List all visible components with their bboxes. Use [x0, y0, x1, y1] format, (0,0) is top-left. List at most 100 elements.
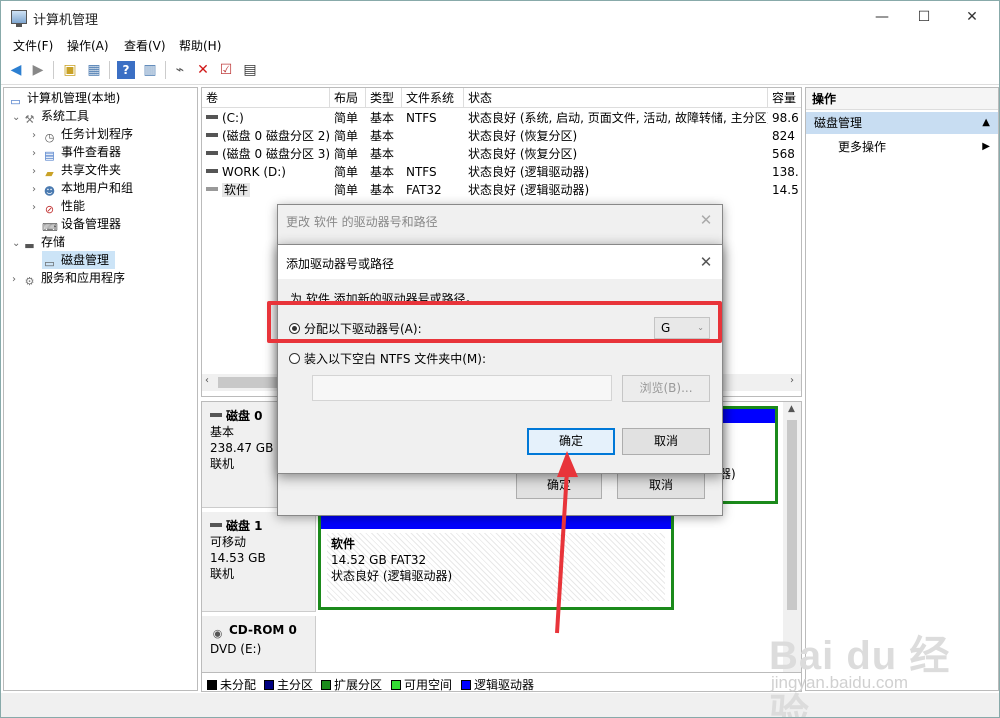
cancel-button[interactable]: 取消: [617, 472, 705, 499]
browse-button[interactable]: 浏览(B)...: [622, 375, 710, 402]
folder-path-input[interactable]: [312, 375, 612, 401]
scroll-right-icon[interactable]: ›: [790, 375, 794, 386]
cell-capacity: 824: [772, 129, 795, 143]
drive-icon: [206, 169, 218, 173]
scroll-left-icon[interactable]: ‹: [205, 375, 209, 386]
legend-swatch: [207, 680, 217, 690]
column-header-status[interactable]: 状态: [464, 88, 768, 108]
collapse-icon[interactable]: ▲: [982, 112, 990, 134]
column-header-layout[interactable]: 布局: [330, 88, 366, 108]
delete-icon[interactable]: ✕: [194, 61, 212, 79]
cell-filesystem: NTFS: [406, 165, 437, 179]
column-header-type[interactable]: 类型: [366, 88, 402, 108]
close-icon[interactable]: ✕: [696, 252, 716, 272]
disk-name: 磁盘 0: [226, 409, 263, 423]
cell-filesystem: [402, 127, 464, 145]
properties-icon[interactable]: ▤: [241, 61, 259, 79]
cell-type: 基本: [370, 147, 395, 161]
table-row[interactable]: 软件 简单 基本 FAT32 状态良好 (逻辑驱动器) 14.5: [202, 181, 801, 199]
forward-icon[interactable]: ▶: [29, 61, 47, 79]
cdrom-label[interactable]: ◉ CD-ROM 0 DVD (E:): [202, 616, 316, 672]
more-actions[interactable]: 更多操作 ▶: [806, 136, 998, 158]
chevron-right-icon[interactable]: ›: [12, 271, 22, 289]
tree-item-services[interactable]: › ⚙ 服务和应用程序: [12, 269, 125, 289]
chevron-right-icon[interactable]: ›: [32, 199, 42, 217]
legend: 未分配 主分区 扩展分区 可用空间 逻辑驱动器: [201, 672, 802, 692]
cell-volume: (磁盘 0 磁盘分区 2): [222, 129, 330, 143]
tree-item-local-users[interactable]: › ☻ 本地用户和组: [32, 179, 133, 198]
column-header-filesystem[interactable]: 文件系统: [402, 88, 464, 108]
chevron-right-icon: ▶: [982, 141, 990, 152]
tree-item-device-manager[interactable]: ⌨ 设备管理器: [42, 215, 121, 234]
disk-name: 磁盘 1: [226, 519, 263, 533]
cell-layout: 简单: [334, 147, 359, 161]
tree-item-performance[interactable]: › ⊘ 性能: [32, 197, 86, 217]
drive-icon: [206, 115, 218, 119]
partition-software[interactable]: 软件 14.52 GB FAT32 状态良好 (逻辑驱动器): [318, 512, 674, 610]
legend-swatch: [264, 680, 274, 690]
cd-icon: ◉: [212, 627, 223, 640]
disk-size: 14.53 GB: [210, 551, 266, 565]
cell-type: 基本: [370, 129, 395, 143]
column-header-volume[interactable]: 卷: [202, 88, 330, 108]
cell-status: 状态良好 (恢复分区): [468, 147, 578, 161]
actions-section-disk-management[interactable]: 磁盘管理 ▲: [806, 112, 998, 134]
disk-type: 可移动: [210, 535, 247, 549]
help-icon[interactable]: ?: [117, 61, 135, 79]
disk-1-label[interactable]: 磁盘 1 可移动 14.53 GB 联机: [202, 512, 316, 612]
chevron-down-icon[interactable]: ⌄: [12, 235, 22, 253]
table-row[interactable]: WORK (D:) 简单 基本 NTFS 状态良好 (逻辑驱动器) 138.: [202, 163, 801, 181]
mount-folder-label[interactable]: 装入以下空白 NTFS 文件夹中(M):: [304, 350, 486, 367]
up-folder-icon[interactable]: ▣: [61, 61, 79, 79]
services-icon: ⚙: [24, 275, 35, 288]
tree-item-event-viewer[interactable]: › ▤ 事件查看器: [32, 143, 121, 162]
legend-item: 未分配: [207, 676, 256, 693]
tree-item-shared-folders[interactable]: › ▰ 共享文件夹: [32, 161, 122, 180]
cell-status: 状态良好 (逻辑驱动器): [468, 165, 590, 179]
tree-item-storage[interactable]: ⌄ ▬ 存储: [12, 233, 65, 253]
table-row[interactable]: (C:) 简单 基本 NTFS 状态良好 (系统, 启动, 页面文件, 活动, …: [202, 109, 801, 127]
minimize-button[interactable]: —: [859, 1, 905, 33]
table-row[interactable]: (磁盘 0 磁盘分区 2) 简单 基本 状态良好 (恢复分区) 824: [202, 127, 801, 145]
baidu-watermark: Bai du 经验 jingyan.baidu.com: [769, 613, 989, 717]
ok-button[interactable]: 确定: [516, 472, 602, 499]
tree-item-root[interactable]: ▭ 计算机管理(本地): [8, 89, 120, 108]
maximize-button[interactable]: ☐: [901, 1, 947, 33]
mount-folder-radio[interactable]: [289, 353, 300, 364]
back-icon[interactable]: ◀: [7, 61, 25, 79]
legend-swatch: [321, 680, 331, 690]
menu-file[interactable]: 文件(F): [13, 37, 53, 54]
tree-item-label: 性能: [61, 199, 86, 213]
tree-item-disk-management[interactable]: ▭ 磁盘管理: [42, 251, 116, 270]
show-hide-tree-icon[interactable]: ▦: [85, 61, 103, 79]
menu-help[interactable]: 帮助(H): [179, 37, 221, 54]
disk-type: DVD (E:): [210, 642, 262, 656]
cell-type: 基本: [370, 183, 395, 197]
check-icon[interactable]: ☑: [217, 61, 235, 79]
cell-layout: 简单: [334, 165, 359, 179]
title-bar: 计算机管理 — ☐ ✕: [1, 1, 999, 33]
scrollbar-thumb[interactable]: [787, 420, 797, 610]
tree-item-system-tools[interactable]: ⌄ ⚒ 系统工具: [12, 107, 89, 127]
close-button[interactable]: ✕: [949, 1, 995, 33]
menu-action[interactable]: 操作(A): [67, 37, 109, 54]
cell-filesystem: [402, 145, 464, 163]
partition-size: 14.52 GB FAT32: [331, 553, 427, 567]
column-header-capacity[interactable]: 容量: [768, 88, 801, 108]
connect-icon[interactable]: ⌁: [171, 61, 189, 79]
properties-pane-icon[interactable]: ▥: [141, 61, 159, 79]
cell-type: 基本: [370, 111, 395, 125]
legend-swatch: [391, 680, 401, 690]
tree-item-task-scheduler[interactable]: › ◷ 任务计划程序: [32, 125, 133, 144]
close-icon[interactable]: ✕: [696, 210, 716, 230]
legend-item: 可用空间: [391, 676, 452, 693]
cancel-button[interactable]: 取消: [622, 428, 710, 455]
table-row[interactable]: (磁盘 0 磁盘分区 3) 简单 基本 状态良好 (恢复分区) 568: [202, 145, 801, 163]
menu-view[interactable]: 查看(V): [124, 37, 166, 54]
chevron-down-icon[interactable]: ⌄: [12, 109, 22, 127]
tree-item-label: 磁盘管理: [61, 253, 110, 267]
ok-button[interactable]: 确定: [527, 428, 615, 455]
scroll-up-icon[interactable]: ▲: [788, 404, 795, 414]
tree-item-label: 共享文件夹: [61, 163, 122, 177]
disk-status: 联机: [210, 567, 235, 581]
